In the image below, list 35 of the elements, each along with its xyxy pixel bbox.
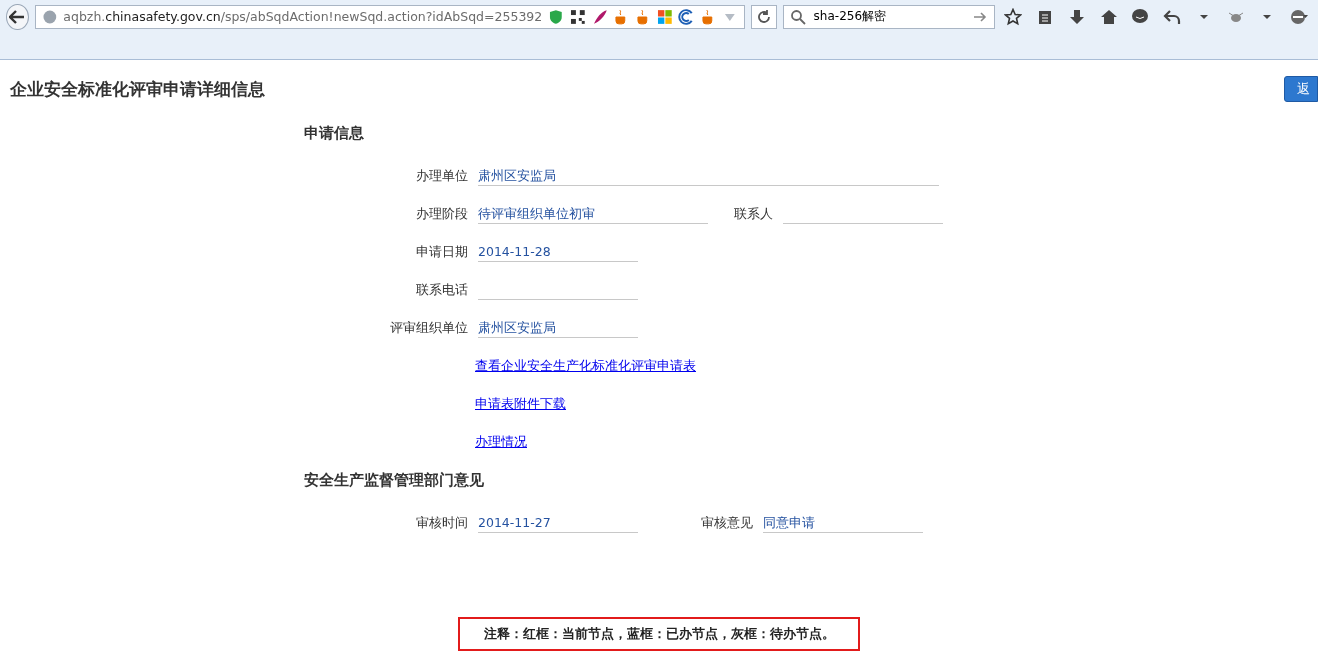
field-value: 肃州区安监局 <box>478 318 638 338</box>
section-heading: 安全生产监督管理部门意见 <box>304 471 485 490</box>
search-icon <box>789 8 806 25</box>
url-text: aqbzh.chinasafety.gov.cn/sps/abSqdAction!newSqd.action?idAbSqd=255392 <box>63 9 543 24</box>
field-label: 审核意见 <box>700 514 753 532</box>
link[interactable]: 办理情况 <box>475 433 527 451</box>
swirl-icon <box>678 8 695 25</box>
link[interactable]: 申请表附件下载 <box>475 395 566 413</box>
feather-icon <box>591 8 608 25</box>
back-button[interactable]: 返 <box>1284 76 1318 102</box>
back-arrow-icon <box>9 9 26 24</box>
link[interactable]: 查看企业安全生产化标准化评审申请表 <box>475 357 696 375</box>
field-value: 2014-11-27 <box>478 513 638 533</box>
page-title: 企业安全标准化评审申请详细信息 <box>10 77 265 101</box>
shield-icon <box>548 8 564 25</box>
section-heading: 申请信息 <box>304 124 365 143</box>
field-value: 2014-11-28 <box>478 242 638 262</box>
qr-code-icon <box>569 8 586 25</box>
field-label: 审核时间 <box>415 514 468 532</box>
address-bar[interactable]: aqbzh.chinasafety.gov.cn/sps/abSqdAction!newSqd.action?idAbSqd=255392 <box>34 4 745 29</box>
field-value: 同意申请 <box>763 513 923 533</box>
field-label: 办理阶段 <box>415 205 468 223</box>
reload-icon <box>756 9 771 24</box>
reload-button[interactable] <box>750 4 777 29</box>
search-field[interactable]: sha-256解密 <box>782 4 995 29</box>
field-label: 联系电话 <box>415 281 468 299</box>
field-label: 办理单位 <box>415 167 468 185</box>
field-value: 待评审组织单位初审 <box>478 204 708 224</box>
field-value: 肃州区安监局 <box>478 166 939 186</box>
field-label: 联系人 <box>733 205 773 223</box>
legend-note: 注释：红框：当前节点，蓝框：已办节点，灰框：待办节点。 <box>458 617 860 651</box>
field-label: 评审组织单位 <box>389 319 468 337</box>
field-label: 申请日期 <box>415 243 468 261</box>
back-button[interactable] <box>6 3 29 30</box>
windows-logo-icon <box>656 8 673 25</box>
